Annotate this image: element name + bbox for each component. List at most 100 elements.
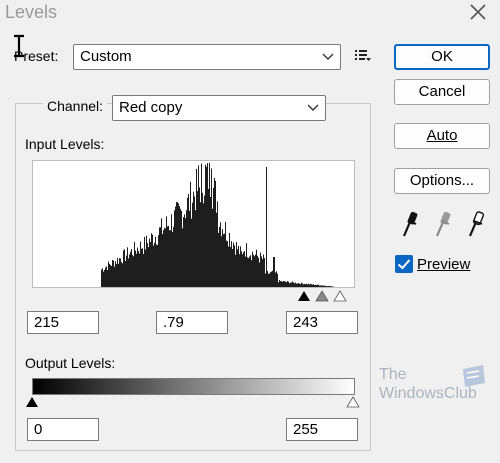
- histogram-bar: [204, 195, 205, 287]
- histogram-bar: [192, 202, 193, 287]
- histogram-bar: [141, 248, 142, 287]
- histogram-bar: [291, 282, 292, 287]
- cancel-button[interactable]: Cancel: [394, 79, 490, 105]
- input-black-slider[interactable]: [297, 289, 311, 301]
- histogram-bar: [271, 271, 272, 287]
- histogram-bar: [239, 254, 240, 287]
- input-white-slider[interactable]: [333, 289, 347, 302]
- histogram-bar: [218, 232, 219, 287]
- histogram-bar: [297, 283, 298, 287]
- histogram-bar: [153, 245, 154, 287]
- input-black-field[interactable]: 215: [27, 311, 99, 334]
- histogram-bar: [241, 251, 242, 287]
- histogram-bar: [290, 282, 291, 287]
- output-black-field[interactable]: 0: [27, 418, 99, 441]
- histogram-bar: [124, 249, 125, 287]
- preset-menu-icon[interactable]: [355, 49, 371, 63]
- black-eyedropper-icon[interactable]: [398, 208, 422, 238]
- preview-label[interactable]: Preview: [417, 256, 470, 273]
- histogram-bar: [137, 247, 138, 287]
- histogram-bar: [165, 228, 166, 287]
- histogram-bar: [289, 283, 290, 287]
- preset-dropdown[interactable]: Custom: [73, 44, 341, 70]
- white-eyedropper-icon[interactable]: [464, 208, 488, 238]
- histogram-bar: [189, 210, 190, 287]
- histogram-bar: [193, 191, 194, 287]
- histogram-bar: [110, 265, 111, 287]
- chevron-down-icon: [322, 53, 334, 60]
- histogram-bar: [136, 253, 137, 287]
- histogram-bar: [175, 206, 176, 287]
- histogram-bar: [200, 202, 201, 287]
- histogram-bar: [195, 210, 196, 287]
- histogram-bar: [246, 243, 247, 287]
- histogram-bar: [317, 284, 318, 287]
- output-white-field[interactable]: 255: [286, 418, 358, 441]
- gray-eyedropper-icon[interactable]: [431, 208, 455, 238]
- channel-dropdown[interactable]: Red copy: [112, 95, 326, 121]
- histogram-bar: [217, 201, 218, 287]
- histogram-bar: [184, 214, 185, 287]
- histogram-panel: [32, 160, 355, 288]
- histogram-bar: [144, 236, 145, 287]
- histogram-bar: [206, 166, 207, 287]
- histogram-bar: [112, 259, 113, 287]
- output-white-slider[interactable]: [346, 395, 360, 408]
- histogram-bar: [205, 164, 206, 287]
- close-icon[interactable]: [466, 0, 490, 24]
- histogram-bar: [225, 221, 226, 287]
- histogram-bar: [280, 281, 281, 287]
- histogram-bar: [326, 286, 327, 287]
- histogram-bar: [213, 187, 214, 287]
- histogram-bar: [275, 272, 276, 287]
- histogram-bar: [162, 234, 163, 287]
- options-button[interactable]: Options...: [394, 168, 490, 194]
- histogram-bar: [323, 285, 324, 287]
- histogram-bar: [104, 269, 105, 287]
- histogram-bar: [287, 281, 288, 287]
- histogram-bar: [176, 201, 177, 287]
- output-black-slider[interactable]: [25, 395, 39, 407]
- histogram-bar: [301, 282, 302, 287]
- auto-button[interactable]: Auto: [394, 123, 490, 149]
- histogram-bar: [132, 254, 133, 287]
- histogram-bar: [304, 283, 305, 287]
- histogram-bar: [227, 241, 228, 287]
- histogram-bar: [171, 214, 172, 287]
- histogram-bar: [216, 212, 217, 287]
- histogram-bar: [253, 254, 254, 287]
- histogram-bar: [322, 285, 323, 287]
- histogram-bar: [105, 267, 106, 287]
- input-gray-slider[interactable]: [315, 289, 329, 302]
- histogram-bar: [258, 257, 259, 287]
- preview-checkbox[interactable]: [395, 255, 413, 273]
- histogram-bar: [211, 168, 212, 287]
- checkmark-icon: [397, 259, 411, 270]
- histogram-bar: [129, 254, 130, 287]
- histogram-bar: [177, 202, 178, 287]
- histogram-bar: [138, 250, 139, 287]
- histogram-bar: [318, 284, 319, 287]
- ok-button[interactable]: OK: [394, 44, 490, 70]
- histogram-bar: [103, 271, 104, 287]
- histogram-bar: [220, 222, 221, 287]
- histogram-bar: [221, 236, 222, 287]
- histogram-bar: [307, 284, 308, 287]
- input-gamma-field[interactable]: .79: [156, 311, 228, 334]
- histogram-bar: [267, 270, 268, 287]
- input-white-field[interactable]: 243: [286, 311, 358, 334]
- histogram-bar: [203, 203, 204, 287]
- histogram-bar: [293, 282, 294, 287]
- histogram-bar: [114, 266, 115, 287]
- chevron-down-icon: [307, 104, 319, 111]
- histogram-bar: [311, 284, 312, 287]
- histogram-bar: [235, 254, 236, 287]
- histogram-bar: [279, 279, 280, 287]
- histogram-bar: [284, 281, 285, 287]
- histogram-bar: [223, 234, 224, 287]
- histogram-bar: [135, 250, 136, 287]
- histogram-bar: [164, 227, 165, 287]
- histogram-bar: [126, 255, 127, 287]
- histogram-bar: [119, 258, 120, 287]
- histogram-bar: [247, 257, 248, 287]
